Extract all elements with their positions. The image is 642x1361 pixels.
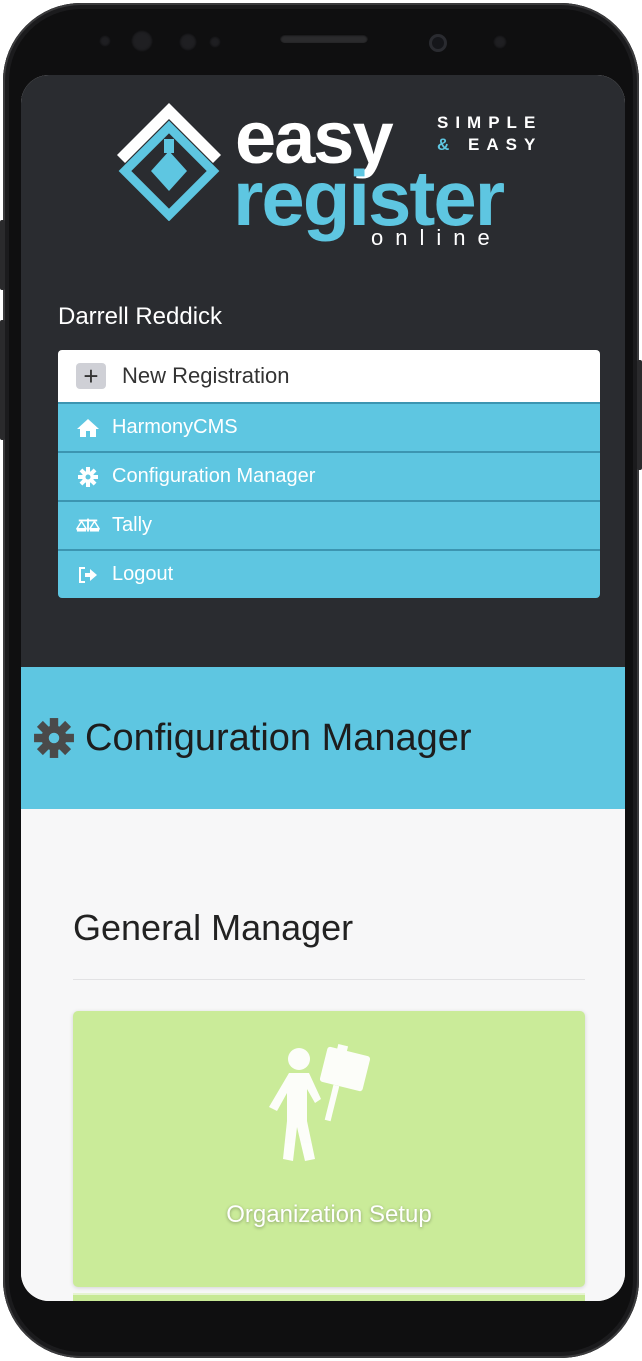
menu-item-configuration-manager[interactable]: Configuration Manager — [58, 451, 600, 500]
logout-icon — [76, 564, 100, 586]
menu-item-tally[interactable]: Tally — [58, 500, 600, 549]
front-camera — [429, 34, 447, 52]
home-icon — [76, 417, 100, 439]
logo-ampersand: & — [437, 135, 457, 154]
new-registration-label: New Registration — [122, 363, 290, 388]
logo-diamond-icon — [117, 103, 221, 221]
organization-setup-card[interactable]: Organization Setup — [73, 1011, 585, 1287]
person-sign-icon — [269, 1043, 371, 1161]
logo-online-text: online — [371, 225, 502, 250]
main-menu: + New Registration HarmonyCMS Configurat… — [58, 350, 600, 598]
scale-icon — [76, 515, 100, 537]
easy-register-logo: easy SIMPLE & EASY register online — [109, 101, 549, 251]
menu-item-harmonycms[interactable]: HarmonyCMS — [58, 402, 600, 451]
menu-item-label: HarmonyCMS — [112, 416, 238, 438]
logo-easy-small: EASY — [468, 135, 543, 154]
card-label: Organization Setup — [226, 1201, 432, 1228]
gear-icon — [34, 718, 74, 758]
phone-side-button — [0, 220, 5, 290]
phone-sensor — [179, 33, 197, 51]
menu-item-label: Configuration Manager — [112, 465, 316, 487]
section-title: General Manager — [73, 907, 354, 948]
app-header-area: easy SIMPLE & EASY register online Darre… — [21, 75, 625, 667]
phone-side-button — [0, 320, 5, 440]
phone-sensor — [209, 36, 221, 48]
phone-sensor — [131, 30, 153, 52]
logo-and-easy-text: & EASY — [437, 135, 542, 155]
gear-icon — [76, 466, 100, 488]
page-header: Configuration Manager — [21, 667, 625, 809]
phone-speaker — [280, 34, 368, 43]
phone-sensor — [99, 35, 111, 47]
menu-item-label: Logout — [112, 563, 174, 585]
main-content: General Manager Organization Setup — [21, 809, 625, 1301]
user-name: Darrell Reddick — [58, 303, 223, 330]
page-title: Configuration Manager — [85, 716, 472, 759]
next-card-edge[interactable] — [73, 1293, 585, 1301]
section-divider — [73, 979, 585, 980]
menu-item-logout[interactable]: Logout — [58, 549, 600, 598]
phone-side-button — [637, 360, 642, 470]
phone-frame: easy SIMPLE & EASY register online Darre… — [3, 3, 639, 1358]
plus-icon: + — [76, 363, 106, 389]
new-registration-button[interactable]: + New Registration — [58, 350, 600, 402]
logo-simple-text: SIMPLE — [437, 113, 543, 132]
phone-sensor — [493, 35, 507, 49]
menu-item-label: Tally — [112, 514, 153, 536]
app-screen: easy SIMPLE & EASY register online Darre… — [21, 75, 625, 1301]
